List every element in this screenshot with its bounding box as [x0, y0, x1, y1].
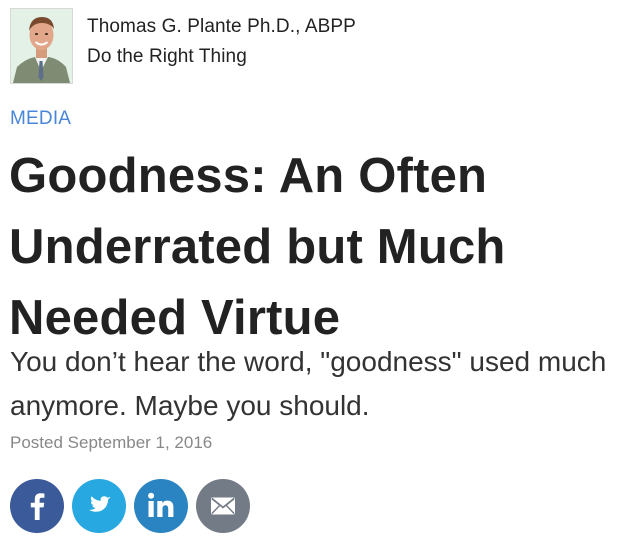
author-avatar[interactable]: [10, 8, 73, 84]
posted-date: Posted September 1, 2016: [10, 433, 213, 452]
author-info: Thomas G. Plante Ph.D., ABPP Do the Righ…: [87, 16, 356, 68]
twitter-icon: [88, 496, 111, 512]
share-email-button[interactable]: [196, 479, 250, 533]
envelope-icon: [211, 497, 235, 515]
author-byline: Thomas G. Plante Ph.D., ABPP Do the Righ…: [10, 8, 356, 84]
blog-name-link[interactable]: Do the Right Thing: [87, 46, 356, 68]
share-facebook-button[interactable]: [10, 479, 64, 533]
author-portrait-image: [11, 9, 72, 83]
author-name-link[interactable]: Thomas G. Plante Ph.D., ABPP: [87, 16, 356, 38]
share-buttons: [10, 479, 250, 533]
linkedin-icon: [148, 492, 174, 517]
article-subhead: You don’t hear the word, "goodness" used…: [10, 346, 607, 421]
article-headline: Goodness: An Often Underrated but Much N…: [9, 149, 506, 345]
category-link[interactable]: MEDIA: [10, 108, 71, 130]
share-linkedin-button[interactable]: [134, 479, 188, 533]
share-twitter-button[interactable]: [72, 479, 126, 533]
facebook-icon: [30, 493, 45, 520]
